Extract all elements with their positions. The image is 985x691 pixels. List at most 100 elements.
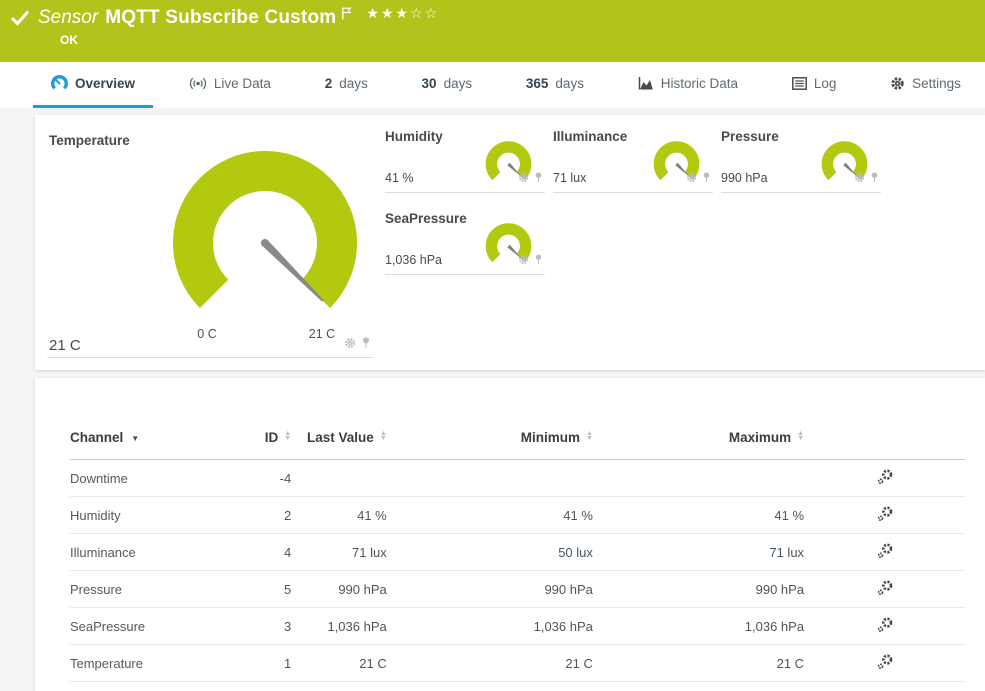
sort-icon: ▲▼ [797,431,804,441]
gauge-cell-illuminance[interactable]: Illuminance 71 lux [553,127,713,193]
channel-name[interactable]: Humidity [70,497,216,534]
channel-gear-icon[interactable] [344,336,356,354]
tab-30-days[interactable]: 30days [404,62,491,108]
small-gauge-grid: Humidity 41 % Illuminance 71 lux [385,127,881,275]
sensor-title: MQTT Subscribe Custom [105,7,336,29]
table-row-illuminance[interactable]: Illuminance 4 71 lux 50 lux 71 lux [70,534,965,571]
priority-stars[interactable]: ★★★☆☆ [366,6,439,22]
channel-last-value: 1,036 hPa [291,608,387,645]
temperature-gauge [165,143,365,343]
channel-settings-icon[interactable] [877,580,893,596]
table-header-row: Channel▼ ID▲▼ Last Value▲▼ Minimum▲▼ Max… [70,420,965,460]
channel-name[interactable]: Downtime [70,460,216,497]
channel-last-value: 990 hPa [291,571,387,608]
tab-365-days[interactable]: 365days [508,62,602,108]
channel-settings-icon[interactable] [877,617,893,633]
gauge-title: Temperature [49,133,130,148]
tab-log[interactable]: Log [774,62,855,108]
channel-id: -4 [216,460,291,497]
gauge-scale-max: 21 C [293,327,351,341]
channel-name[interactable]: Illuminance [70,534,216,571]
channel-minimum: 21 C [387,645,593,682]
pin-icon[interactable] [361,336,371,354]
channel-minimum: 41 % [387,497,593,534]
channel-maximum: 71 lux [593,534,804,571]
table-row-pressure[interactable]: Pressure 5 990 hPa 990 hPa 990 hPa [70,571,965,608]
channel-gear-icon[interactable] [518,252,529,270]
channel-minimum: 50 lux [387,534,593,571]
gauge-icon [51,75,68,92]
channel-last-value: 41 % [291,497,387,534]
status-badge: OK [60,33,78,47]
channel-table-panel: Channel▼ ID▲▼ Last Value▲▼ Minimum▲▼ Max… [35,378,985,691]
gauge-title: SeaPressure [385,211,467,226]
col-header-maximum[interactable]: Maximum▲▼ [593,420,804,460]
gauge-title: Illuminance [553,129,627,144]
pin-icon[interactable] [534,170,543,188]
gauge-value: 1,036 hPa [385,253,442,267]
channel-maximum: 21 C [593,645,804,682]
sorted-desc-icon: ▼ [131,434,139,443]
channel-maximum: 1,036 hPa [593,608,804,645]
tab-historic-data[interactable]: Historic Data [620,62,756,108]
pin-icon[interactable] [702,170,711,188]
gauge-title: Humidity [385,129,443,144]
channel-last-value: 71 lux [291,534,387,571]
tab-live-data[interactable]: Live Data [171,62,289,108]
gauge-value: 990 hPa [721,171,768,185]
col-header-channel[interactable]: Channel▼ [70,420,216,460]
channel-maximum: 990 hPa [593,571,804,608]
channel-id: 2 [216,497,291,534]
channel-name[interactable]: SeaPressure [70,608,216,645]
col-header-minimum[interactable]: Minimum▲▼ [387,420,593,460]
gauge-value: 21 C [49,337,81,354]
gauge-cell-humidity[interactable]: Humidity 41 % [385,127,545,193]
gauge-cell-seapressure[interactable]: SeaPressure 1,036 hPa [385,209,545,275]
tab-settings[interactable]: Settings [872,62,979,108]
channel-minimum [387,460,593,497]
channel-gear-icon[interactable] [518,170,529,188]
channel-id: 4 [216,534,291,571]
sort-icon: ▲▼ [284,431,291,441]
gauge-cell-pressure[interactable]: Pressure 990 hPa [721,127,881,193]
tab-2-days[interactable]: 2days [307,62,386,108]
channel-minimum: 990 hPa [387,571,593,608]
channel-id: 1 [216,645,291,682]
channel-id: 5 [216,571,291,608]
channel-name[interactable]: Pressure [70,571,216,608]
channel-name[interactable]: Temperature [70,645,216,682]
sensor-header: Sensor MQTT Subscribe Custom ★★★☆☆ OK [0,0,985,62]
tab-bar: Overview Live Data 2days 30days 365days … [0,62,985,108]
object-kind-label: Sensor [38,7,98,29]
table-row-temperature[interactable]: Temperature 1 21 C 21 C 21 C [70,645,965,682]
pin-icon[interactable] [870,170,879,188]
settings-gear-icon [890,76,905,91]
log-icon [792,77,807,90]
gauge-cell-temperature[interactable]: Temperature 0 C 21 C 21 C [47,125,373,358]
table-row-downtime[interactable]: Downtime -4 [70,460,965,497]
channel-minimum: 1,036 hPa [387,608,593,645]
gauge-scale-min: 0 C [178,327,236,341]
sort-icon: ▲▼ [586,431,593,441]
channel-gear-icon[interactable] [686,170,697,188]
status-ok-check-icon [10,9,30,27]
channel-settings-icon[interactable] [877,543,893,559]
gauges-panel: Temperature 0 C 21 C 21 C Humidity [35,115,985,370]
live-data-icon [189,76,207,91]
table-row-seapressure[interactable]: SeaPressure 3 1,036 hPa 1,036 hPa 1,036 … [70,608,965,645]
gauge-value: 41 % [385,171,414,185]
channel-settings-icon[interactable] [877,506,893,522]
prtg-sensor-page: Sensor MQTT Subscribe Custom ★★★☆☆ OK Ov… [0,0,985,691]
gauge-value: 71 lux [553,171,586,185]
pin-icon[interactable] [534,252,543,270]
col-header-id[interactable]: ID▲▼ [216,420,291,460]
col-header-last-value[interactable]: Last Value▲▼ [291,420,387,460]
channel-settings-icon[interactable] [877,654,893,670]
col-header-actions [804,420,965,460]
tab-overview[interactable]: Overview [33,62,153,108]
flag-icon[interactable] [341,7,352,20]
table-row-humidity[interactable]: Humidity 2 41 % 41 % 41 % [70,497,965,534]
channel-gear-icon[interactable] [854,170,865,188]
channel-settings-icon[interactable] [877,469,893,485]
channel-table: Channel▼ ID▲▼ Last Value▲▼ Minimum▲▼ Max… [70,420,965,682]
